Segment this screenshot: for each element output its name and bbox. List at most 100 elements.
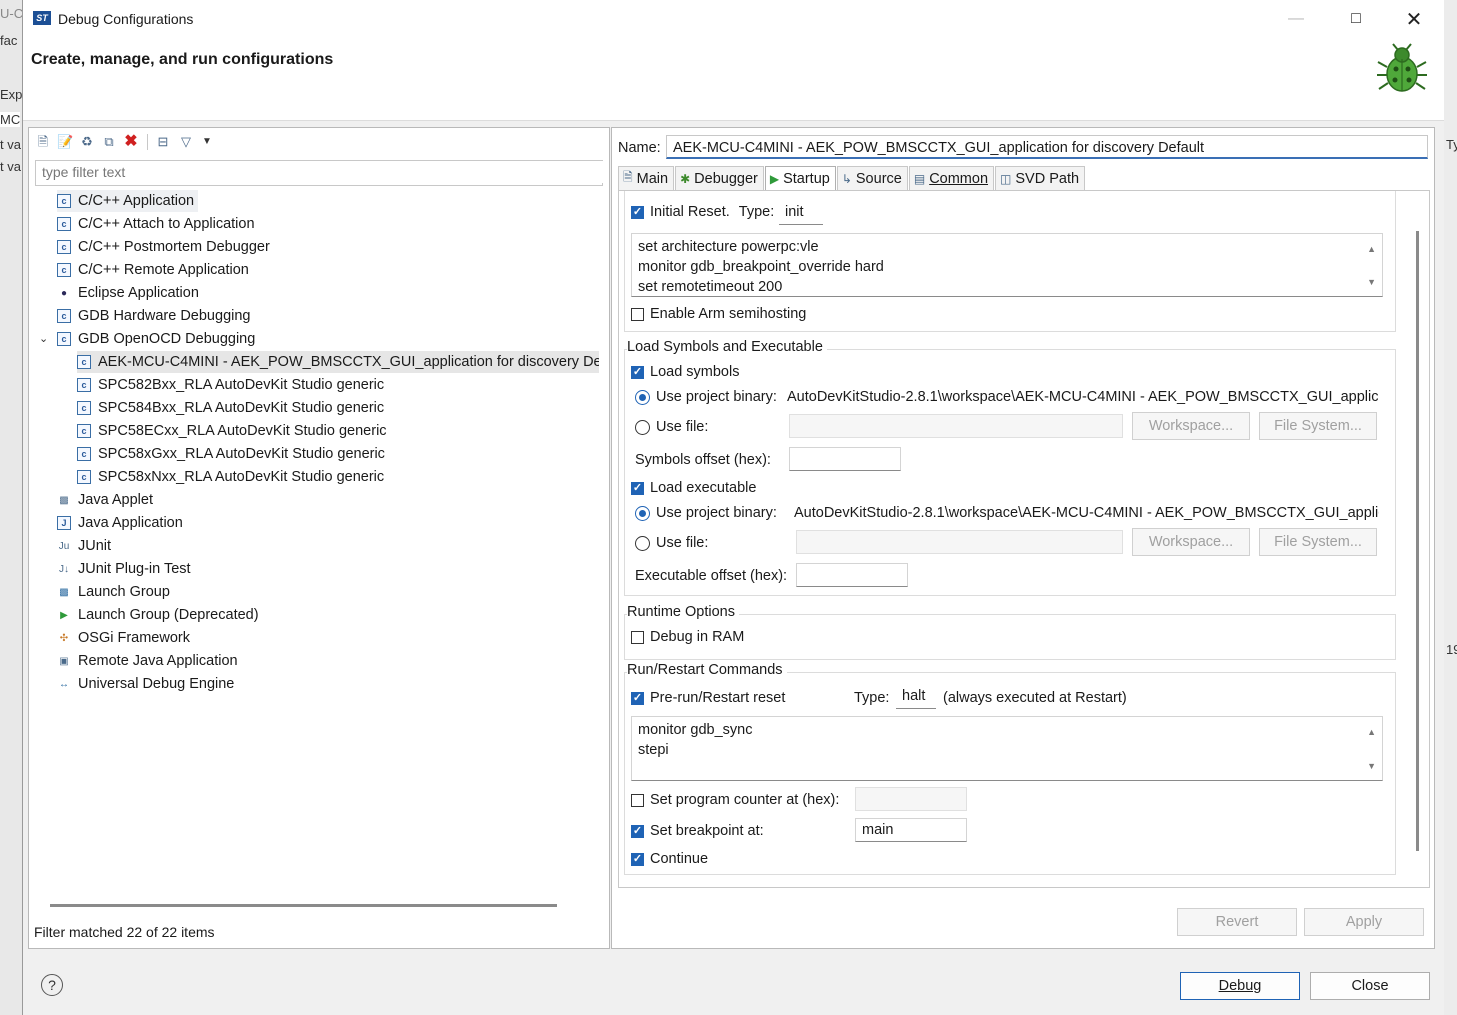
scroll-up-icon[interactable]: ▲ (1367, 722, 1376, 742)
semihosting-row: Enable Arm semihosting (631, 306, 806, 322)
tree-item[interactable]: ▣ Remote Java Application (57, 650, 238, 672)
initial-reset-checkbox[interactable]: ✓ (631, 205, 644, 219)
init-commands-textarea[interactable]: set architecture powerpc:vle monitor gdb… (631, 233, 1383, 297)
use-project-binary-label: Use project binary: (656, 389, 777, 405)
collapse-all-icon[interactable]: ⊟ (155, 134, 171, 150)
continue-checkbox[interactable]: ✓ (631, 852, 644, 866)
debug-in-ram-checkbox[interactable] (631, 630, 644, 644)
tree-item[interactable]: c C/C++ Remote Application (57, 259, 249, 281)
tab-debugger[interactable]: ✱ Debugger (675, 166, 764, 190)
maximize-icon[interactable]: □ (1333, 0, 1379, 38)
scroll-down-icon[interactable]: ▼ (1367, 756, 1376, 776)
set-breakpoint-checkbox[interactable]: ✓ (631, 824, 644, 838)
export-icon[interactable]: ♻ (79, 134, 95, 150)
tree-item[interactable]: J↓ JUnit Plug-in Test (57, 558, 191, 580)
exec-filesystem-button[interactable]: File System... (1259, 528, 1377, 556)
tree-item-selected[interactable]: c AEK-MCU-C4MINI - AEK_POW_BMSCCTX_GUI_ap… (77, 351, 599, 373)
scroll-up-icon[interactable]: ▲ (1367, 239, 1376, 259)
set-breakpoint-field[interactable]: main (855, 818, 967, 842)
tree-item[interactable]: ↔ Universal Debug Engine (57, 673, 234, 695)
c-app-icon: c (77, 470, 91, 484)
load-symbols-group (624, 349, 1396, 596)
init-command-line: set remotetimeout 200 (638, 279, 783, 295)
symbols-project-binary-radio[interactable] (635, 389, 650, 405)
load-symbols-checkbox[interactable]: ✓ (631, 365, 644, 379)
new-config-icon[interactable]: 🗎 (35, 134, 51, 150)
filter-field[interactable] (35, 160, 604, 186)
c-app-icon: c (57, 263, 71, 277)
tab-common[interactable]: ▤ Common (908, 166, 995, 190)
run-type-field[interactable]: halt (896, 685, 936, 709)
tree-item[interactable]: c SPC58xGxx_RLA AutoDevKit Studio generic (77, 443, 385, 465)
expand-chevron-icon[interactable]: ⌄ (39, 332, 48, 345)
tab-source[interactable]: ↳ Source (836, 166, 908, 190)
symbols-use-file-radio[interactable] (635, 419, 650, 435)
tree-item[interactable]: c GDB Hardware Debugging (57, 305, 250, 327)
dropdown-icon[interactable]: ▼ (199, 134, 215, 150)
tree-item-label: Remote Java Application (78, 653, 238, 669)
revert-button[interactable]: Revert (1177, 908, 1297, 936)
init-type-field[interactable]: init (779, 201, 823, 225)
java-applet-icon: ▩ (59, 494, 69, 506)
tree-item[interactable]: c GDB OpenOCD Debugging (57, 328, 255, 350)
tree-item[interactable]: ▩ Launch Group (57, 581, 170, 603)
tree-item[interactable]: Ju JUnit (57, 535, 111, 557)
apply-button[interactable]: Apply (1304, 908, 1424, 936)
tab-main[interactable]: 🗎 Main (618, 166, 675, 190)
tree-item[interactable]: ● Eclipse Application (57, 282, 199, 304)
set-pc-checkbox[interactable] (631, 793, 644, 807)
eclipse-icon: ● (60, 287, 68, 299)
symbols-filesystem-button[interactable]: File System... (1259, 412, 1377, 440)
c-app-icon: c (77, 378, 91, 392)
filter-input[interactable] (36, 161, 604, 183)
background-left-strip: U-C4 fac Expl MC t va t va (0, 0, 30, 1015)
tree-item[interactable]: c C/C++ Postmortem Debugger (57, 236, 270, 258)
tree-item[interactable]: c SPC58xNxx_RLA AutoDevKit Studio generic (77, 466, 384, 488)
filter-icon[interactable]: ▽ (178, 134, 194, 150)
tree-item[interactable]: c SPC584Bxx_RLA AutoDevKit Studio generic (77, 397, 384, 419)
tree-item[interactable]: c C/C++ Application (57, 190, 199, 212)
scroll-down-icon[interactable]: ▼ (1367, 272, 1376, 292)
tree-item[interactable]: J Java Application (57, 512, 183, 534)
horizontal-scrollbar[interactable] (50, 904, 557, 907)
runtime-group-title: Runtime Options (627, 604, 739, 620)
tree-item-label: Launch Group (78, 584, 170, 600)
c-app-icon: c (57, 332, 71, 346)
tree-item-label: GDB Hardware Debugging (78, 308, 251, 324)
tab-svd-path[interactable]: ◫ SVD Path (995, 166, 1086, 190)
run-commands-textarea[interactable]: monitor gdb_sync stepi ▲ ▼ (631, 716, 1383, 781)
set-pc-field[interactable] (855, 787, 967, 811)
tree-item[interactable]: c SPC582Bxx_RLA AutoDevKit Studio generic (77, 374, 384, 396)
delete-icon[interactable]: ✖ (123, 134, 139, 150)
exec-offset-field[interactable] (796, 563, 908, 587)
pre-run-checkbox[interactable]: ✓ (631, 691, 644, 705)
tree-item[interactable]: ▩ Java Applet (57, 489, 153, 511)
remote-java-icon: ▣ (59, 655, 69, 667)
name-field[interactable]: AEK-MCU-C4MINI - AEK_POW_BMSCCTX_GUI_app… (666, 135, 1428, 159)
duplicate-icon[interactable]: ⧉ (101, 134, 117, 150)
tree-item[interactable]: c C/C++ Attach to Application (57, 213, 255, 235)
close-icon[interactable]: ✕ (1391, 0, 1437, 38)
exec-use-file-radio[interactable] (635, 535, 650, 551)
exec-workspace-button[interactable]: Workspace... (1132, 528, 1250, 556)
exec-project-binary-radio[interactable] (635, 505, 650, 521)
vertical-scroll-thumb[interactable] (1416, 231, 1419, 851)
symbols-offset-field[interactable] (789, 447, 901, 471)
tree-item-label: Universal Debug Engine (78, 676, 235, 692)
tab-startup[interactable]: ▶ Startup (764, 166, 836, 191)
debug-button[interactable]: Debug (1180, 972, 1300, 1000)
use-file-label: Use file: (656, 535, 709, 551)
help-icon[interactable]: ? (41, 974, 63, 996)
minimize-icon[interactable]: — (1273, 0, 1319, 38)
new-prototype-icon[interactable]: 📝 (57, 134, 73, 150)
symbols-file-field[interactable] (789, 414, 1123, 438)
tree-item[interactable]: ▶ Launch Group (Deprecated) (57, 604, 258, 626)
symbols-workspace-button[interactable]: Workspace... (1132, 412, 1250, 440)
semihosting-checkbox[interactable] (631, 307, 644, 321)
load-executable-checkbox[interactable]: ✓ (631, 481, 644, 495)
tree-item[interactable]: ✣ OSGi Framework (57, 627, 190, 649)
close-button[interactable]: Close (1310, 972, 1430, 1000)
tree-item-label: JUnit (78, 538, 112, 554)
exec-file-field[interactable] (796, 530, 1123, 554)
tree-item[interactable]: c SPC58ECxx_RLA AutoDevKit Studio generic (77, 420, 387, 442)
